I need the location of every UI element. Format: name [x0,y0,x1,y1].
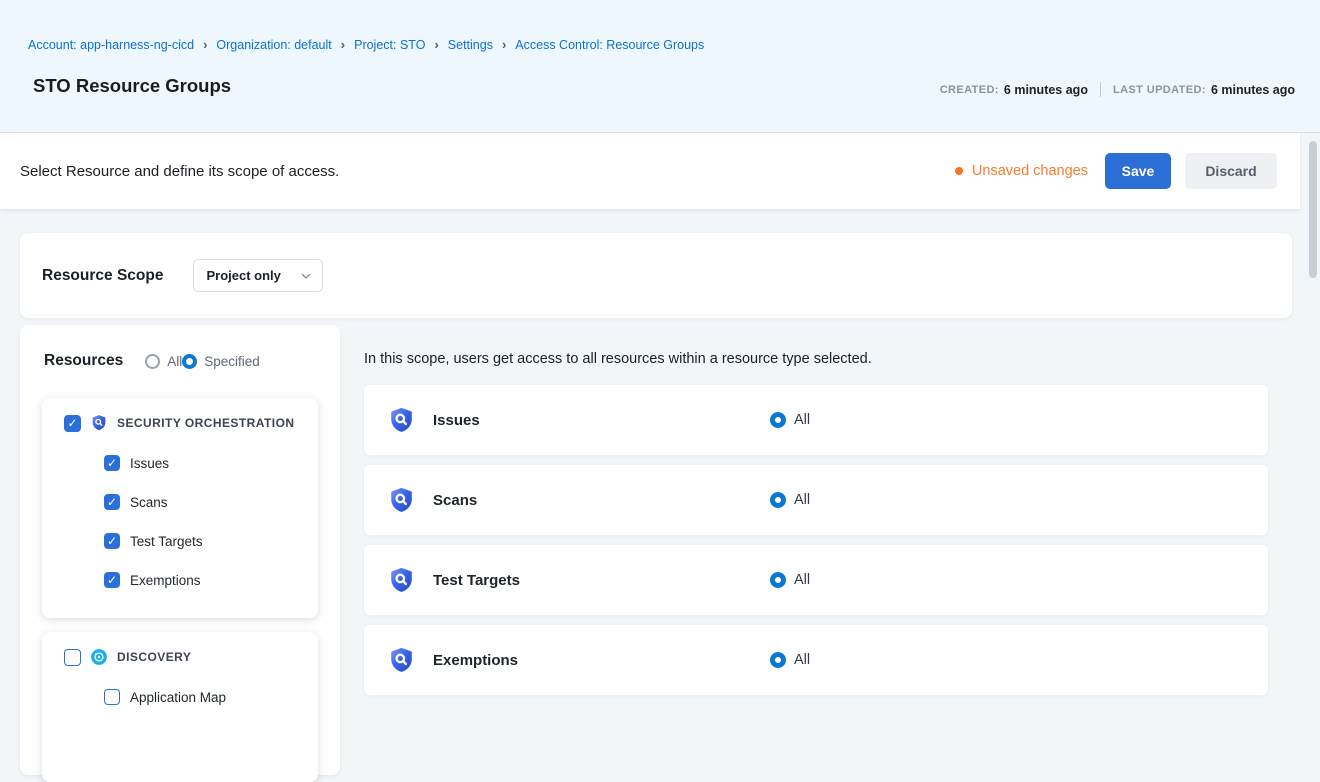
row-label: Exemptions [433,652,518,669]
chevron-right-icon: › [425,37,447,52]
meta-divider [1100,82,1101,97]
item-label: Issues [130,456,169,471]
last-updated-label: LAST UPDATED: [1113,84,1206,96]
checkbox-discovery[interactable] [64,649,81,666]
radio-issues-all[interactable] [770,412,786,428]
breadcrumb-organization[interactable]: Organization: default [216,38,331,52]
breadcrumb-access-control[interactable]: Access Control: Resource Groups [515,38,704,52]
page-title: STO Resource Groups [33,75,231,97]
resource-scope-label: Resource Scope [42,267,163,285]
radio-all-label: All [167,354,182,369]
resource-row-exemptions: Exemptions All [364,625,1268,695]
chevron-right-icon: › [194,37,216,52]
radio-specified[interactable] [182,354,197,369]
breadcrumb-project[interactable]: Project: STO [354,38,425,52]
list-item: Issues [104,455,318,471]
row-label: Scans [433,492,477,509]
radio-test-targets-all[interactable] [770,572,786,588]
created-label: CREATED: [940,84,999,96]
resource-scope-selected: Project only [206,268,280,283]
group-name: SECURITY ORCHESTRATION [117,416,294,430]
action-toolbar: Select Resource and define its scope of … [0,133,1300,209]
chevron-right-icon: › [493,37,515,52]
chevron-right-icon: › [332,37,354,52]
list-item: Application Map [104,689,318,705]
radio-specified-label: Specified [204,354,260,369]
sto-shield-icon [387,566,416,595]
unsaved-dot-icon [955,167,963,175]
timestamps-meta: CREATED: 6 minutes ago LAST UPDATED: 6 m… [940,82,1295,97]
resource-row-scans: Scans All [364,465,1268,535]
breadcrumb-settings[interactable]: Settings [448,38,493,52]
item-label: Exemptions [130,573,201,588]
created-value: 6 minutes ago [1004,83,1088,97]
item-label: Scans [130,495,168,510]
checkbox-scans[interactable] [104,494,120,510]
radio-exemptions-all[interactable] [770,652,786,668]
group-name: DISCOVERY [117,650,191,664]
resource-scope-card: Resource Scope Project only [20,233,1292,318]
sto-shield-icon [387,646,416,675]
checkbox-application-map[interactable] [104,689,120,705]
radio-scans-all[interactable] [770,492,786,508]
list-item: Test Targets [104,533,318,549]
checkbox-exemptions[interactable] [104,572,120,588]
row-label: Issues [433,412,480,429]
resource-scope-dropdown[interactable]: Project only [193,259,323,292]
resource-row-test-targets: Test Targets All [364,545,1268,615]
discovery-icon [90,648,108,666]
access-label: All [794,492,810,508]
resource-rows: Issues All Scans All Test Targets All Ex… [364,385,1268,705]
list-item: Exemptions [104,572,318,588]
toolbar-actions: Unsaved changes Save Discard [955,153,1277,189]
discard-button[interactable]: Discard [1185,153,1277,189]
group-discovery: DISCOVERY Application Map [42,632,318,782]
resource-row-issues: Issues All [364,385,1268,455]
chevron-down-icon [300,270,312,282]
sto-shield-icon [387,406,416,435]
item-label: Test Targets [130,534,203,549]
sto-shield-icon [90,414,108,432]
vertical-scrollbar[interactable] [1309,141,1317,278]
scope-description: In this scope, users get access to all r… [364,351,872,367]
sto-shield-icon [387,486,416,515]
list-item: Scans [104,494,318,510]
toolbar-description: Select Resource and define its scope of … [20,163,339,180]
page-header: Account: app-harness-ng-cicd › Organizat… [0,0,1320,133]
last-updated-value: 6 minutes ago [1211,83,1295,97]
checkbox-test-targets[interactable] [104,533,120,549]
breadcrumb: Account: app-harness-ng-cicd › Organizat… [28,37,704,52]
resources-title: Resources [44,352,123,370]
checkbox-issues[interactable] [104,455,120,471]
unsaved-changes-label: Unsaved changes [972,163,1088,179]
resources-panel: Resources All Specified SECURITY ORCHEST… [20,325,340,775]
item-label: Application Map [130,690,226,705]
access-label: All [794,572,810,588]
row-label: Test Targets [433,572,520,589]
save-button[interactable]: Save [1105,153,1171,189]
breadcrumb-account[interactable]: Account: app-harness-ng-cicd [28,38,194,52]
checkbox-security-orchestration[interactable] [64,415,81,432]
access-label: All [794,412,810,428]
group-security-orchestration: SECURITY ORCHESTRATION Issues Scans Test… [42,398,318,618]
radio-all[interactable] [145,354,160,369]
access-label: All [794,652,810,668]
